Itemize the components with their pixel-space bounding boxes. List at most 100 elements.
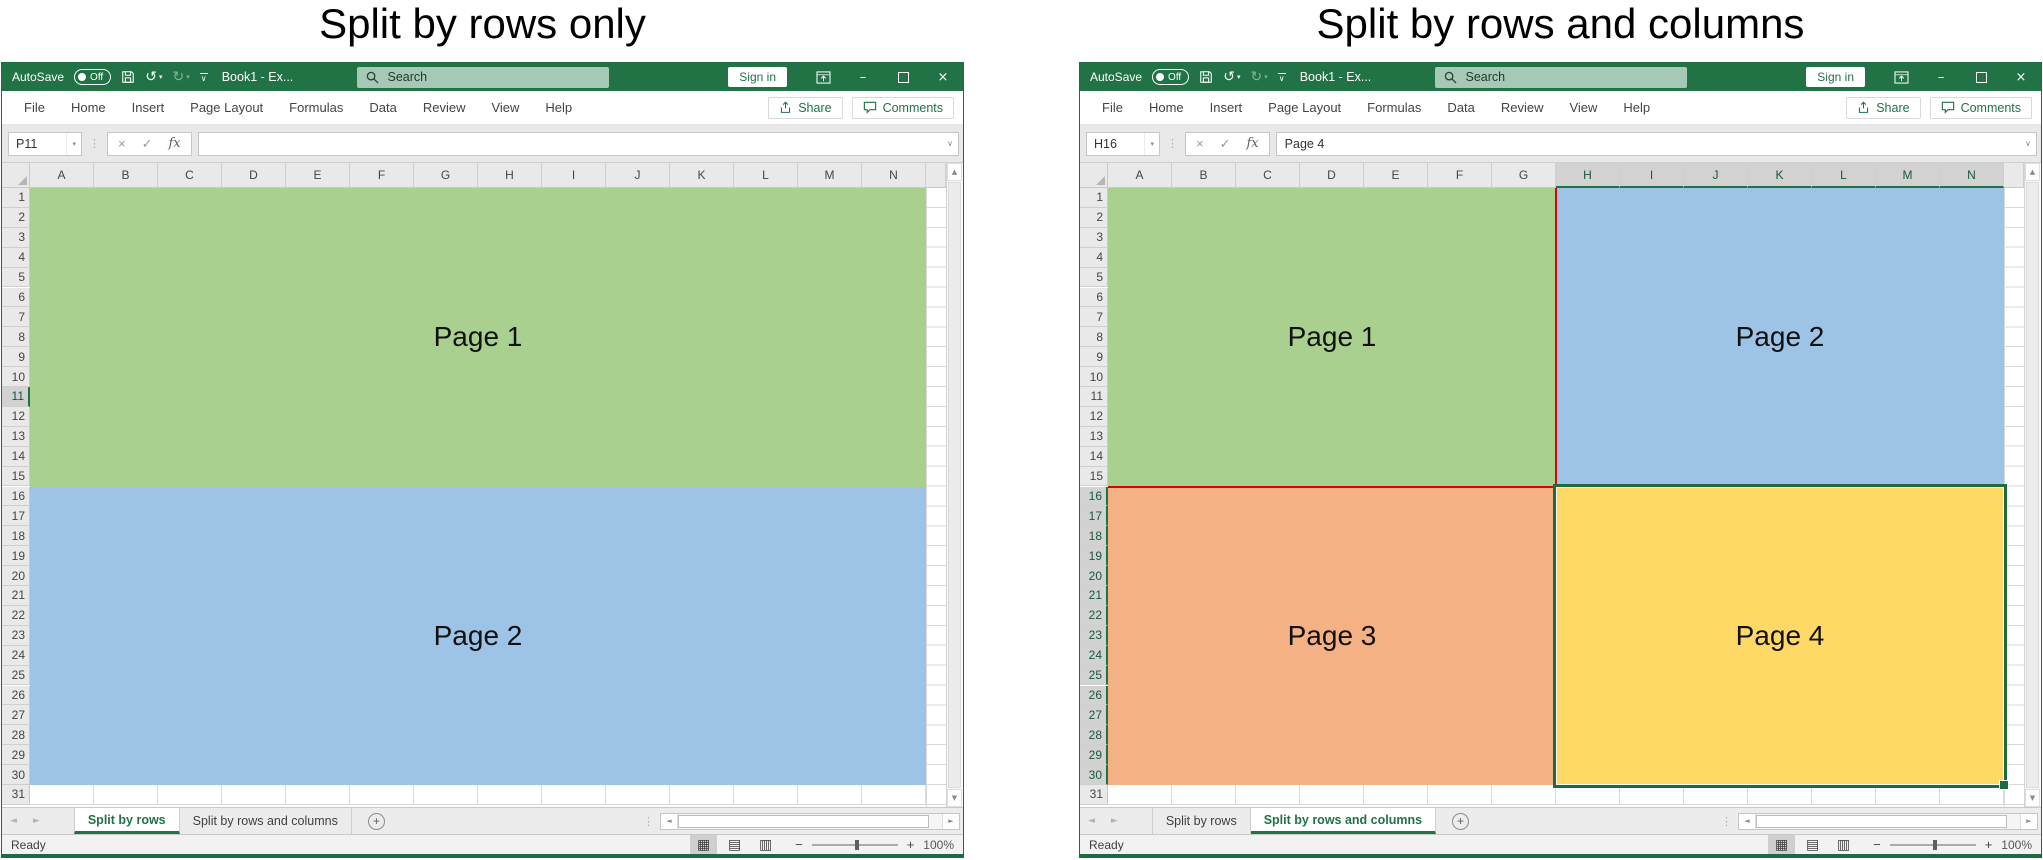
row-header-3[interactable]: 3	[2, 228, 30, 248]
cells-area[interactable]: Page 1Page 2	[30, 188, 946, 807]
view-normal-button[interactable]: ▦	[690, 835, 717, 854]
row-header-20[interactable]: 20	[1080, 566, 1108, 586]
menu-item-help[interactable]: Help	[1610, 100, 1663, 115]
vertical-scrollbar[interactable]: ▲▼	[946, 163, 962, 807]
row-header-30[interactable]: 30	[2, 765, 30, 785]
signin-button[interactable]: Sign in	[728, 67, 787, 87]
share-button[interactable]: Share	[768, 97, 842, 119]
chevron-down-icon[interactable]: ∨	[947, 139, 953, 148]
formula-input[interactable]: ∨	[198, 132, 959, 156]
row-header-8[interactable]: 8	[1080, 327, 1108, 347]
menu-item-home[interactable]: Home	[1136, 100, 1197, 115]
scroll-left-button[interactable]: ◄	[661, 814, 678, 829]
column-header-h[interactable]: H	[478, 163, 542, 188]
horizontal-scrollbar[interactable]: ◄►	[1738, 813, 2038, 830]
row-header-6[interactable]: 6	[2, 288, 30, 308]
row-header-7[interactable]: 7	[1080, 307, 1108, 327]
view-page-layout-button[interactable]: ▤	[1799, 835, 1826, 854]
insert-function-button[interactable]: fx	[169, 136, 181, 151]
enter-button[interactable]: ✓	[1220, 136, 1231, 152]
column-header-h[interactable]: H	[1556, 163, 1620, 188]
column-header-j[interactable]: J	[1684, 163, 1748, 188]
row-header-11[interactable]: 11	[2, 387, 30, 407]
column-header-b[interactable]: B	[94, 163, 158, 188]
ribbon-display-options-button[interactable]	[1881, 63, 1921, 91]
save-icon[interactable]	[121, 70, 135, 84]
horizontal-scroll-thumb[interactable]	[1756, 815, 2007, 828]
column-header-b[interactable]: B	[1172, 163, 1236, 188]
scroll-right-button[interactable]: ►	[2020, 814, 2037, 829]
zoom-level[interactable]: 100%	[923, 838, 954, 852]
sheet-tab-split-by-rows-and-columns[interactable]: Split by rows and columns	[1251, 808, 1436, 834]
page-region-page-3[interactable]: Page 3	[1108, 487, 1556, 786]
row-header-27[interactable]: 27	[1080, 705, 1108, 725]
comments-button[interactable]: Comments	[852, 97, 954, 119]
column-header-g[interactable]: G	[414, 163, 478, 188]
tab-nav-right-icon[interactable]: ►	[25, 816, 48, 826]
undo-button[interactable]: ↺▾	[145, 70, 162, 84]
row-header-14[interactable]: 14	[2, 447, 30, 467]
add-sheet-button[interactable]: +	[1452, 813, 1469, 830]
row-header-27[interactable]: 27	[2, 705, 30, 725]
row-header-28[interactable]: 28	[1080, 725, 1108, 745]
row-header-15[interactable]: 15	[2, 467, 30, 487]
close-button[interactable]: ×	[2001, 63, 2041, 91]
scroll-up-button[interactable]: ▲	[947, 163, 962, 181]
maximize-button[interactable]	[1961, 63, 2001, 91]
row-header-16[interactable]: 16	[2, 487, 30, 507]
search-box[interactable]: Search	[357, 67, 609, 88]
row-header-10[interactable]: 10	[2, 367, 30, 387]
row-header-31[interactable]: 31	[1080, 785, 1108, 805]
column-header-m[interactable]: M	[798, 163, 862, 188]
row-header-19[interactable]: 19	[1080, 546, 1108, 566]
row-header-26[interactable]: 26	[1080, 686, 1108, 706]
row-header-17[interactable]: 17	[2, 506, 30, 526]
zoom-in-button[interactable]: +	[1985, 837, 1993, 852]
zoom-slider-thumb[interactable]	[1933, 840, 1937, 850]
close-button[interactable]: ×	[923, 63, 963, 91]
zoom-level[interactable]: 100%	[2001, 838, 2032, 852]
page-region-page-2[interactable]: Page 2	[1556, 188, 2004, 487]
chevron-down-icon[interactable]: ▾	[66, 133, 81, 155]
chevron-down-icon[interactable]: ▾	[1144, 133, 1159, 155]
enter-button[interactable]: ✓	[142, 136, 153, 152]
menu-item-page-layout[interactable]: Page Layout	[177, 100, 276, 115]
row-header-13[interactable]: 13	[1080, 427, 1108, 447]
row-header-12[interactable]: 12	[1080, 407, 1108, 427]
autosave-toggle[interactable]: Off	[1152, 69, 1189, 85]
redo-button[interactable]: ↻▾	[172, 70, 189, 84]
column-header-e[interactable]: E	[286, 163, 350, 188]
column-header-m[interactable]: M	[1876, 163, 1940, 188]
zoom-in-button[interactable]: +	[907, 837, 915, 852]
menu-item-insert[interactable]: Insert	[1197, 100, 1256, 115]
row-header-16[interactable]: 16	[1080, 487, 1108, 507]
view-page-break-button[interactable]: ▥	[752, 835, 779, 854]
menu-item-formulas[interactable]: Formulas	[276, 100, 356, 115]
row-header-8[interactable]: 8	[2, 327, 30, 347]
menu-item-view[interactable]: View	[1556, 100, 1610, 115]
column-header-f[interactable]: F	[1428, 163, 1492, 188]
row-header-23[interactable]: 23	[2, 626, 30, 646]
column-header-i[interactable]: I	[542, 163, 606, 188]
select-all-corner[interactable]	[1080, 163, 1108, 188]
scroll-down-button[interactable]: ▼	[2025, 789, 2040, 807]
row-header-10[interactable]: 10	[1080, 367, 1108, 387]
menu-item-view[interactable]: View	[478, 100, 532, 115]
column-header-c[interactable]: C	[158, 163, 222, 188]
cells-area[interactable]: Page 1Page 2Page 3Page 4	[1108, 188, 2024, 807]
menu-item-help[interactable]: Help	[532, 100, 585, 115]
row-header-1[interactable]: 1	[2, 188, 30, 208]
row-header-29[interactable]: 29	[1080, 745, 1108, 765]
scroll-right-button[interactable]: ►	[942, 814, 959, 829]
view-page-break-button[interactable]: ▥	[1830, 835, 1857, 854]
row-header-15[interactable]: 15	[1080, 467, 1108, 487]
row-header-18[interactable]: 18	[2, 526, 30, 546]
column-header-n[interactable]: N	[1940, 163, 2004, 188]
column-header-l[interactable]: L	[734, 163, 798, 188]
row-header-13[interactable]: 13	[2, 427, 30, 447]
row-header-28[interactable]: 28	[2, 725, 30, 745]
horizontal-scroll-thumb[interactable]	[678, 815, 929, 828]
page-region-page-1[interactable]: Page 1	[30, 188, 926, 487]
tab-nav-left-icon[interactable]: ◄	[2, 816, 25, 826]
page-region-page-2[interactable]: Page 2	[30, 487, 926, 786]
